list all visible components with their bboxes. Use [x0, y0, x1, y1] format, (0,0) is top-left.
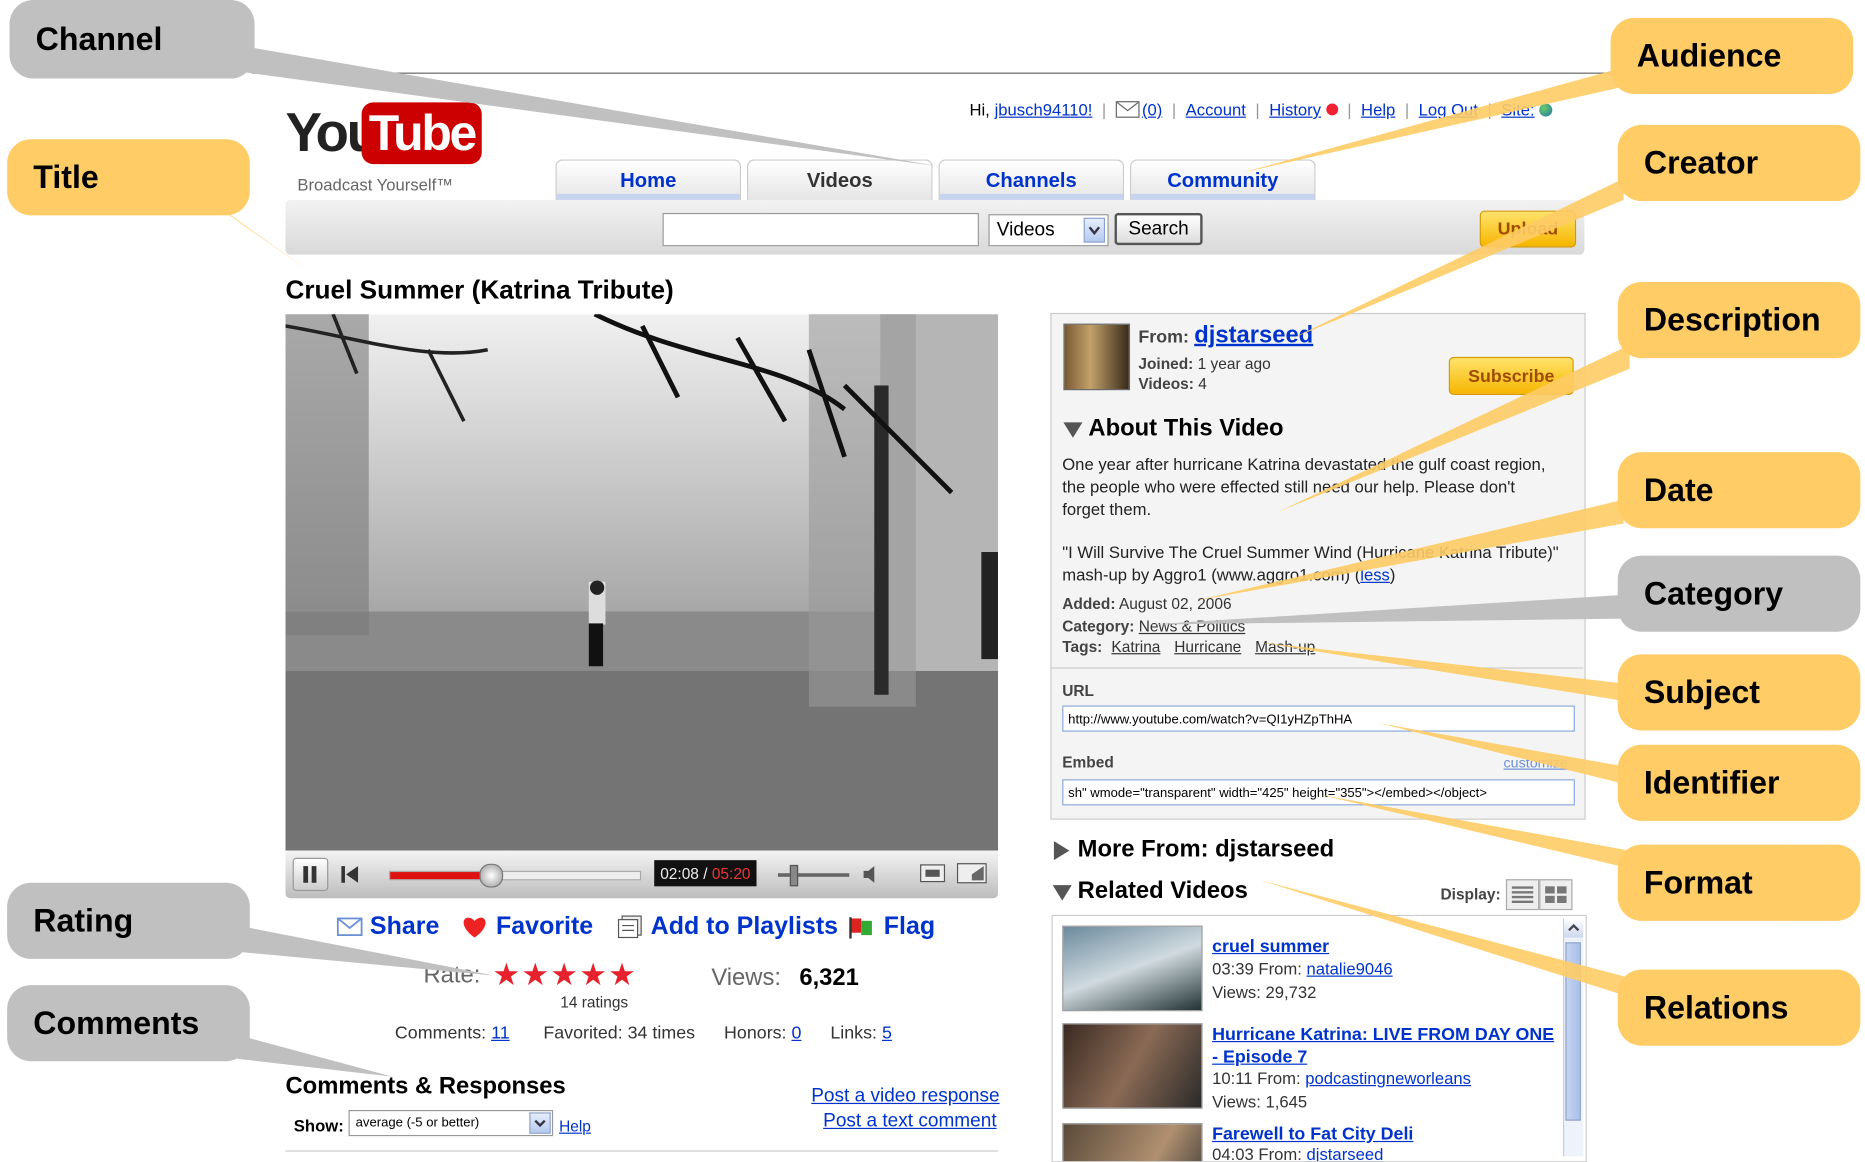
callout-rating: Rating	[7, 882, 250, 959]
callout-format: Format	[1617, 844, 1861, 921]
callout-subject: Subject	[1617, 654, 1861, 731]
callout-creator: Creator	[1617, 124, 1861, 202]
callout-channel: Channel	[9, 0, 255, 79]
callout-category: Category	[1617, 555, 1861, 632]
callout-date: Date	[1617, 452, 1861, 529]
callout-audience: Audience	[1610, 17, 1854, 94]
callout-title: Title	[7, 139, 250, 216]
callout-leader-lines	[202, 45, 1630, 1077]
callout-description: Description	[1617, 281, 1861, 359]
callout-identifier: Identifier	[1617, 744, 1861, 821]
callout-relations: Relations	[1617, 969, 1861, 1046]
callout-comments: Comments	[7, 985, 250, 1062]
